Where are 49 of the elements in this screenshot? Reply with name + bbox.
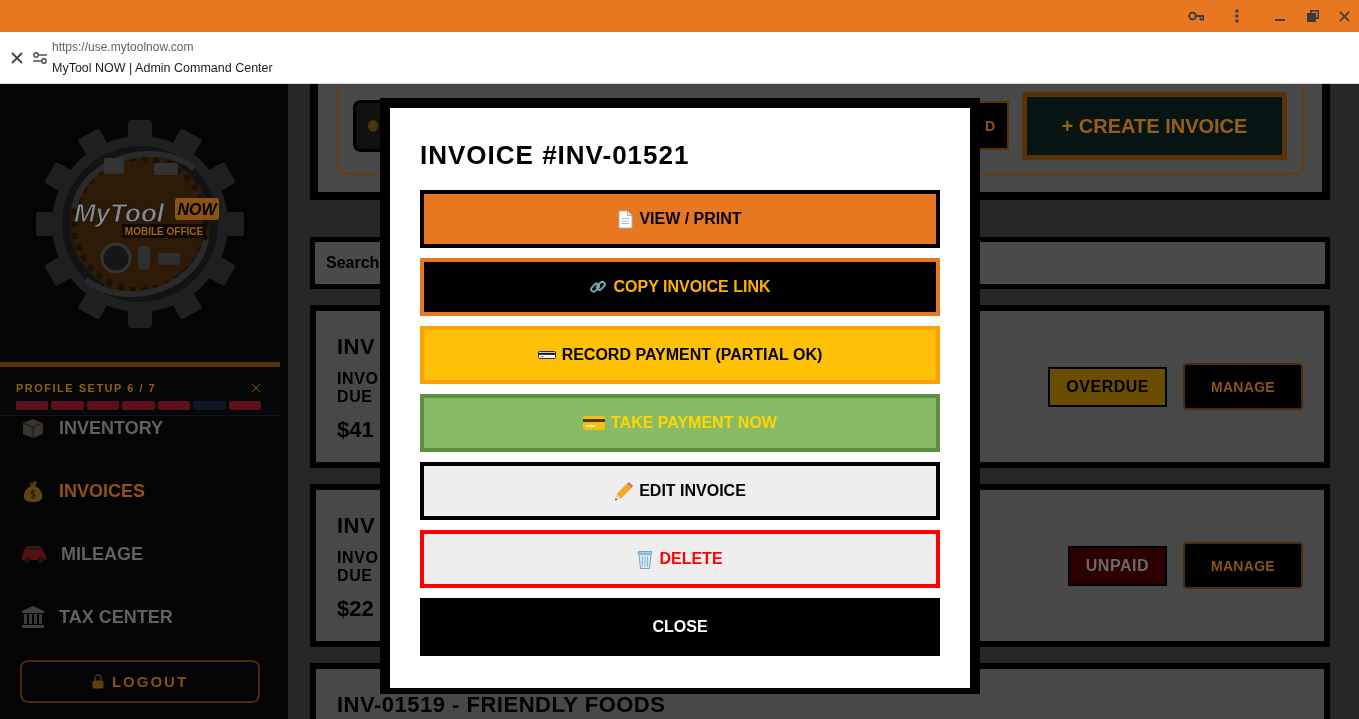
logo: MyTool NOW MOBILE OFFICE <box>34 118 246 330</box>
car-icon <box>21 544 47 564</box>
create-invoice-button[interactable]: + CREATE INVOICE <box>1022 91 1287 160</box>
lock-icon <box>91 674 104 689</box>
record-payment-button[interactable]: RECORD PAYMENT (PARTIAL OK) <box>420 326 940 384</box>
page-url: https://use.mytoolnow.com <box>52 39 195 55</box>
invoice-title: INV <box>337 336 376 358</box>
logout-button[interactable]: LOGOUT <box>20 660 260 703</box>
money-bag-icon <box>21 479 45 503</box>
card-icon <box>537 351 556 359</box>
toolbar-button[interactable] <box>353 99 380 152</box>
sliders-icon[interactable] <box>33 51 47 64</box>
card-icon <box>583 416 606 430</box>
status-badge: UNPAID <box>1067 545 1167 586</box>
bank-icon <box>21 605 45 629</box>
invoice-amount: $41 <box>337 419 374 441</box>
invoice-label: INVO <box>337 370 379 388</box>
setup-title: PROFILE SETUP 6 / 7 <box>16 381 157 396</box>
invoice-amount: $22 <box>337 598 374 620</box>
box-icon <box>21 416 45 440</box>
trash-icon <box>637 549 654 569</box>
manage-button[interactable]: MANAGE <box>1182 363 1303 410</box>
close-icon[interactable] <box>11 51 23 64</box>
nav-item[interactable]: INVOICES <box>21 479 146 503</box>
delete-button[interactable]: DELETE <box>420 530 940 588</box>
invoice-title: INV-01519 - FRIENDLY FOODS <box>337 694 666 716</box>
close-button[interactable]: CLOSE <box>420 598 940 656</box>
invoice-title: INV <box>337 515 376 537</box>
manage-button[interactable]: MANAGE <box>1182 542 1303 589</box>
coin-icon <box>368 119 378 132</box>
toolbar-button[interactable]: D <box>980 101 1009 150</box>
nav-item[interactable]: TAX CENTER <box>21 605 173 629</box>
edit-invoice-button[interactable]: EDIT INVOICE <box>420 462 940 520</box>
key-icon[interactable] <box>1188 11 1204 21</box>
link-icon <box>589 278 608 296</box>
page-title: MyTool NOW | Admin Command Center <box>52 60 273 76</box>
nav-item[interactable]: MILEAGE <box>21 542 143 566</box>
nav-item[interactable]: INVENTORY <box>21 416 164 440</box>
menu-icon[interactable] <box>1235 9 1239 23</box>
invoice-label: DUE <box>337 388 373 406</box>
dialog-title: INVOICE #INV-01521 <box>420 140 690 170</box>
document-icon <box>618 209 634 229</box>
invoice-label: DUE <box>337 567 373 585</box>
restore-icon[interactable] <box>1307 10 1319 22</box>
pencil-icon <box>614 481 634 501</box>
copy-link-button[interactable]: COPY INVOICE LINK <box>420 258 940 316</box>
invoice-label: INVO <box>337 549 379 567</box>
status-badge: OVERDUE <box>1048 366 1167 407</box>
view-print-button[interactable]: VIEW / PRINT <box>420 190 940 248</box>
